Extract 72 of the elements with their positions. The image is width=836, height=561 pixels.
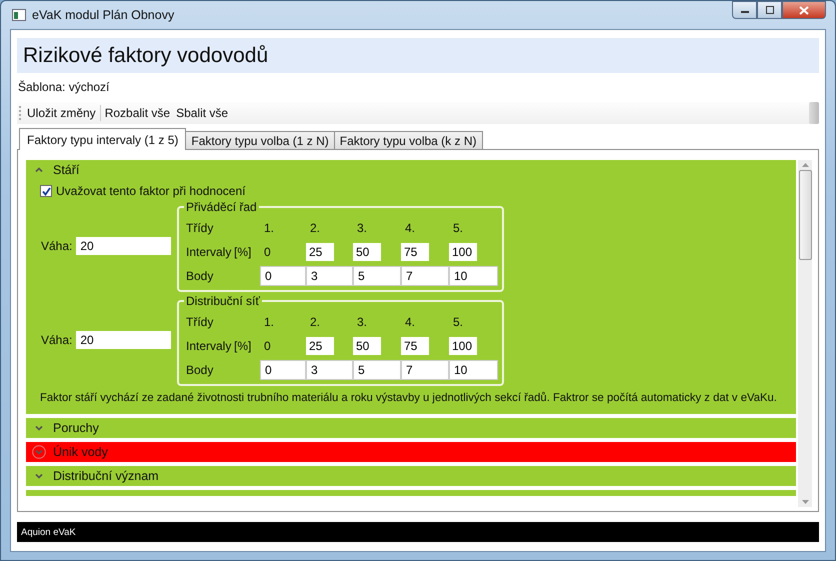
tab[interactable]: Faktory typu volba (k z N)	[334, 131, 482, 150]
group-title: Přiváděcí řad	[185, 200, 258, 214]
class-number: 2.	[309, 315, 322, 329]
scrollbar[interactable]	[798, 160, 812, 507]
section-title[interactable]: Poruchy	[53, 421, 99, 435]
maximize-icon	[764, 6, 774, 14]
close-icon	[799, 6, 809, 14]
class-number: 1.	[263, 221, 276, 235]
class-number: 2.	[309, 221, 322, 235]
row-label: Body	[186, 269, 214, 283]
checkbox[interactable]	[40, 185, 52, 197]
row-label: Body	[186, 363, 214, 377]
class-number: 5.	[452, 221, 464, 235]
class-number: 4.	[404, 315, 416, 329]
section-title[interactable]: Únik vody	[53, 445, 108, 459]
class-number: 4.	[404, 221, 416, 235]
minimize-button[interactable]	[732, 1, 757, 19]
row-label: Třídy	[186, 221, 214, 235]
class-number: 1.	[263, 315, 276, 329]
interval-field[interactable]: 25	[306, 243, 334, 261]
unit-label: [%]	[234, 339, 252, 353]
section-title[interactable]: Stáří	[53, 163, 80, 177]
interval-field[interactable]: 50	[353, 337, 381, 355]
points-field[interactable]: 5	[353, 360, 401, 380]
points-field[interactable]: 5	[353, 266, 401, 286]
toolbar-button[interactable]: Uložit změny	[24, 106, 99, 120]
app-icon	[12, 9, 26, 21]
page-title: Rizikové faktory vodovodů	[23, 44, 268, 68]
template-label: Šablona: výchozí	[18, 80, 110, 96]
interval-value: 0	[263, 245, 272, 259]
toolbar-button[interactable]: Rozbalit vše	[102, 106, 174, 120]
class-number: 3.	[356, 315, 368, 329]
close-button[interactable]	[782, 1, 826, 19]
interval-field[interactable]: 100	[449, 243, 477, 261]
checkbox-label: Uvažovat tento faktor při hodnocení	[56, 184, 246, 198]
points-field[interactable]: 0	[260, 266, 306, 286]
tab[interactable]: Faktory typu volba (1 z N)	[185, 131, 335, 150]
row-label: Intervaly	[186, 339, 232, 353]
interval-field[interactable]: 100	[449, 337, 477, 355]
points-field[interactable]: 0	[260, 360, 306, 380]
scroll-down-icon[interactable]	[802, 500, 808, 505]
description-text: Faktor stáří vychází ze zadané životnosti trubního materiálu a roku výstavby u jednotlivých sekcí řadů. Faktror se počítá automaticky z dat v eVaKu.	[40, 392, 778, 404]
points-field[interactable]: 3	[306, 360, 353, 380]
points-field[interactable]: 10	[449, 360, 498, 380]
weight-label: Váha:	[41, 239, 72, 253]
section-title[interactable]: Distribuční význam	[53, 469, 159, 483]
unit-label: [%]	[234, 245, 252, 259]
points-field[interactable]: 3	[306, 266, 353, 286]
interval-value: 0	[263, 339, 272, 353]
interval-field[interactable]: 75	[401, 337, 429, 355]
maximize-button[interactable]	[757, 1, 782, 19]
weight-field[interactable]: 20	[76, 331, 172, 349]
interval-field[interactable]: 50	[353, 243, 381, 261]
points-field[interactable]: 7	[401, 266, 449, 286]
row-label: Intervaly	[186, 245, 232, 259]
chevron-icon[interactable]	[32, 445, 46, 459]
window-title: eVaK modul Plán Obnovy	[32, 8, 174, 22]
scroll-up-icon[interactable]	[802, 162, 808, 167]
row-label: Třídy	[186, 315, 214, 329]
scroll-thumb[interactable]	[798, 170, 812, 260]
class-number: 3.	[356, 221, 368, 235]
interval-field[interactable]: 25	[306, 337, 334, 355]
class-number: 5.	[452, 315, 464, 329]
points-field[interactable]: 7	[401, 360, 449, 380]
toolbar-button[interactable]: Sbalit vše	[173, 106, 232, 120]
weight-label: Váha:	[41, 333, 72, 347]
weight-field[interactable]: 20	[76, 237, 172, 255]
interval-field[interactable]: 75	[401, 243, 429, 261]
points-field[interactable]: 10	[449, 266, 498, 286]
tab[interactable]: Faktory typu intervaly (1 z 5)	[19, 128, 186, 150]
group-title: Distribuční síť	[185, 294, 261, 308]
status-text: Aquion eVaK	[21, 526, 76, 538]
